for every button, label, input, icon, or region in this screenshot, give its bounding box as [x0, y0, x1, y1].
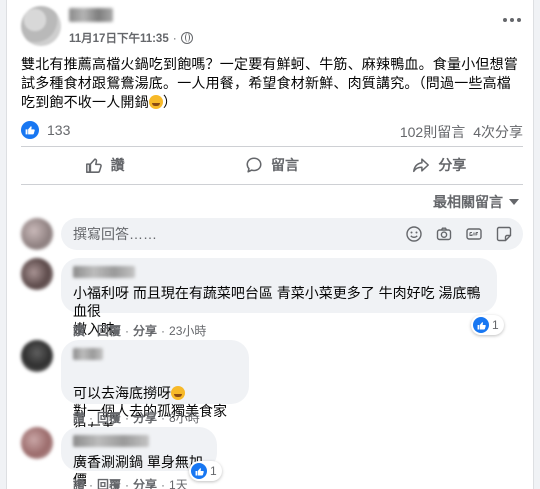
comment-reaction-count[interactable]: 1 — [189, 461, 222, 481]
comment-time[interactable]: 8小時 — [169, 409, 200, 426]
like-button[interactable]: 讚 — [21, 148, 188, 182]
comment-reaction-count[interactable]: 1 — [471, 315, 504, 335]
like-reaction-icon — [473, 317, 489, 333]
comment-icon — [246, 157, 262, 173]
post-header: 11月17日下午11:35 · — [7, 0, 533, 50]
post-actions: 讚 留言 分享 — [21, 148, 523, 182]
sad-emoji-icon — [148, 95, 163, 109]
comment-sort-dropdown[interactable]: 最相關留言 — [433, 192, 519, 212]
comment-text: 可以去海底撈呀 — [73, 366, 237, 402]
meta-dot: · — [125, 477, 130, 489]
comment-item: 小福利呀 而且現在有蔬菜吧台區 青菜小菜更多了 牛肉好吃 湯底鴨血很 嫩入味 1… — [21, 258, 523, 338]
grin-emoji-icon — [171, 386, 185, 400]
comment-bubble: 可以去海底撈呀 對一個人去的孤獨美食家很友善~ — [61, 340, 249, 437]
like-reaction-icon[interactable] — [21, 121, 39, 139]
reaction-count: 1 — [492, 318, 499, 332]
sort-label: 最相關留言 — [433, 194, 503, 210]
comment-count[interactable]: 102則留言 — [400, 122, 465, 142]
thumbs-up-icon — [85, 158, 102, 173]
author-name-redacted[interactable] — [69, 8, 113, 22]
meta-dot: · — [89, 477, 94, 489]
meta-dot: · — [125, 323, 130, 338]
post-body-text: 雙北有推薦高檔火鍋吃到飽嗎？一定要有鮮蚵、牛筋、麻辣鴨血。食量小但想嘗試多種食材… — [21, 56, 518, 110]
comment-label: 留言 — [270, 157, 299, 173]
camera-icon[interactable] — [435, 225, 453, 243]
commenter-name-redacted[interactable] — [73, 266, 135, 278]
meta-dot: · — [89, 323, 94, 338]
composer-tools — [405, 225, 513, 243]
more-options-icon[interactable] — [503, 18, 521, 22]
comment-reply-button[interactable]: 回覆 — [97, 322, 121, 339]
post-body-end: ） — [162, 94, 178, 110]
comment-actions: 讚 · 回覆 · 分享 · 1天 — [73, 476, 188, 489]
comment-item: 可以去海底撈呀 對一個人去的孤獨美食家很友善~ 讚 · 回覆 · 分享 · 8小… — [21, 340, 523, 437]
gif-icon[interactable] — [465, 225, 483, 243]
like-count[interactable]: 133 — [47, 122, 70, 138]
commenter-avatar[interactable] — [21, 258, 53, 290]
comment-input[interactable]: 撰寫回答…… — [61, 218, 523, 250]
share-label: 分享 — [438, 157, 467, 173]
meta-dot: · — [89, 410, 94, 425]
comment-like-button[interactable]: 讚 — [73, 322, 85, 339]
share-icon — [413, 158, 430, 173]
comment-input-placeholder: 撰寫回答…… — [73, 226, 157, 242]
current-user-avatar — [21, 218, 53, 250]
share-count[interactable]: 4次分享 — [473, 122, 523, 142]
emoji-picker-icon[interactable] — [405, 225, 423, 243]
comment-reply-button[interactable]: 回覆 — [97, 476, 121, 489]
comment-share-button[interactable]: 分享 — [133, 409, 157, 426]
post-timestamp[interactable]: 11月17日下午11:35 — [69, 30, 169, 46]
commenter-name-redacted[interactable] — [73, 348, 103, 360]
meta-dot: · — [161, 323, 166, 338]
comment-like-button[interactable]: 讚 — [73, 409, 85, 426]
comment-actions: 讚 · 回覆 · 分享 · 8小時 — [73, 409, 200, 426]
comment-reply-button[interactable]: 回覆 — [97, 409, 121, 426]
author-avatar[interactable] — [21, 6, 61, 46]
comment-actions: 讚 · 回覆 · 分享 · 23小時 — [73, 322, 206, 339]
post-card: 11月17日下午11:35 · 雙北有推薦高檔火鍋吃到飽嗎？一定要有鮮蚵、牛筋、… — [6, 0, 534, 489]
commenter-avatar[interactable] — [21, 340, 53, 372]
divider — [21, 146, 523, 147]
like-reaction-icon — [191, 463, 207, 479]
commenter-name-redacted[interactable] — [73, 435, 149, 447]
comment-share-button[interactable]: 分享 — [133, 476, 157, 489]
comment-time[interactable]: 23小時 — [169, 322, 206, 339]
post-stats: 133 102則留言 4次分享 — [21, 121, 523, 141]
like-label: 讚 — [110, 157, 125, 173]
post-stats-right: 102則留言 4次分享 — [400, 122, 523, 142]
post-body: 雙北有推薦高檔火鍋吃到飽嗎？一定要有鮮蚵、牛筋、麻辣鴨血。食量小但想嘗試多種食材… — [21, 55, 523, 112]
share-button[interactable]: 分享 — [356, 148, 523, 182]
comment-time[interactable]: 1天 — [169, 476, 188, 489]
comment-button[interactable]: 留言 — [188, 148, 355, 182]
reaction-count: 1 — [210, 464, 217, 478]
comment-like-button[interactable]: 讚 — [73, 476, 85, 489]
globe-icon — [180, 32, 193, 44]
comment-composer: 撰寫回答…… — [21, 218, 523, 250]
sticker-icon[interactable] — [495, 225, 513, 243]
meta-separator: · — [172, 31, 177, 45]
meta-dot: · — [161, 477, 166, 489]
divider — [21, 184, 523, 185]
post-meta: 11月17日下午11:35 · — [69, 30, 193, 46]
meta-dot: · — [161, 410, 166, 425]
comment-share-button[interactable]: 分享 — [133, 322, 157, 339]
comment-item: 廣香涮涮鍋 單身無加價 1 讚 · 回覆 · 分享 · 1天 — [21, 427, 523, 489]
comment-text-line: 可以去海底撈呀 — [73, 385, 171, 401]
comment-bubble: 小福利呀 而且現在有蔬菜吧台區 青菜小菜更多了 牛肉好吃 湯底鴨血很 嫩入味 — [61, 258, 497, 337]
caret-down-icon — [509, 199, 519, 205]
commenter-avatar[interactable] — [21, 427, 53, 459]
meta-dot: · — [125, 410, 130, 425]
